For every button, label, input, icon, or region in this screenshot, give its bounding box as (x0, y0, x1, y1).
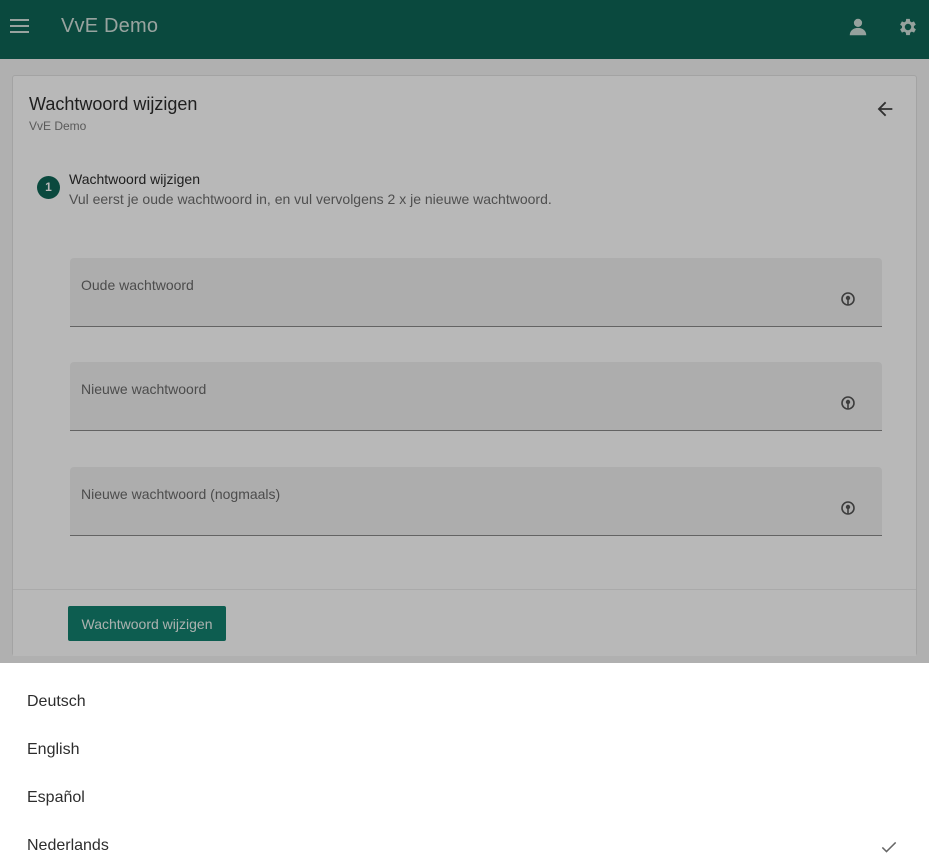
language-label: Nederlands (27, 837, 109, 854)
language-label: Español (27, 789, 85, 806)
language-sheet: Deutsch English Español Nederlands (0, 663, 929, 863)
language-label: English (27, 741, 80, 758)
modal-scrim[interactable] (0, 0, 929, 663)
language-option-english[interactable]: English (0, 726, 929, 774)
language-option-deutsch[interactable]: Deutsch (0, 678, 929, 726)
language-option-nederlands[interactable]: Nederlands (0, 822, 929, 863)
check-icon (879, 837, 899, 857)
language-label: Deutsch (27, 693, 86, 710)
language-option-espanol[interactable]: Español (0, 774, 929, 822)
